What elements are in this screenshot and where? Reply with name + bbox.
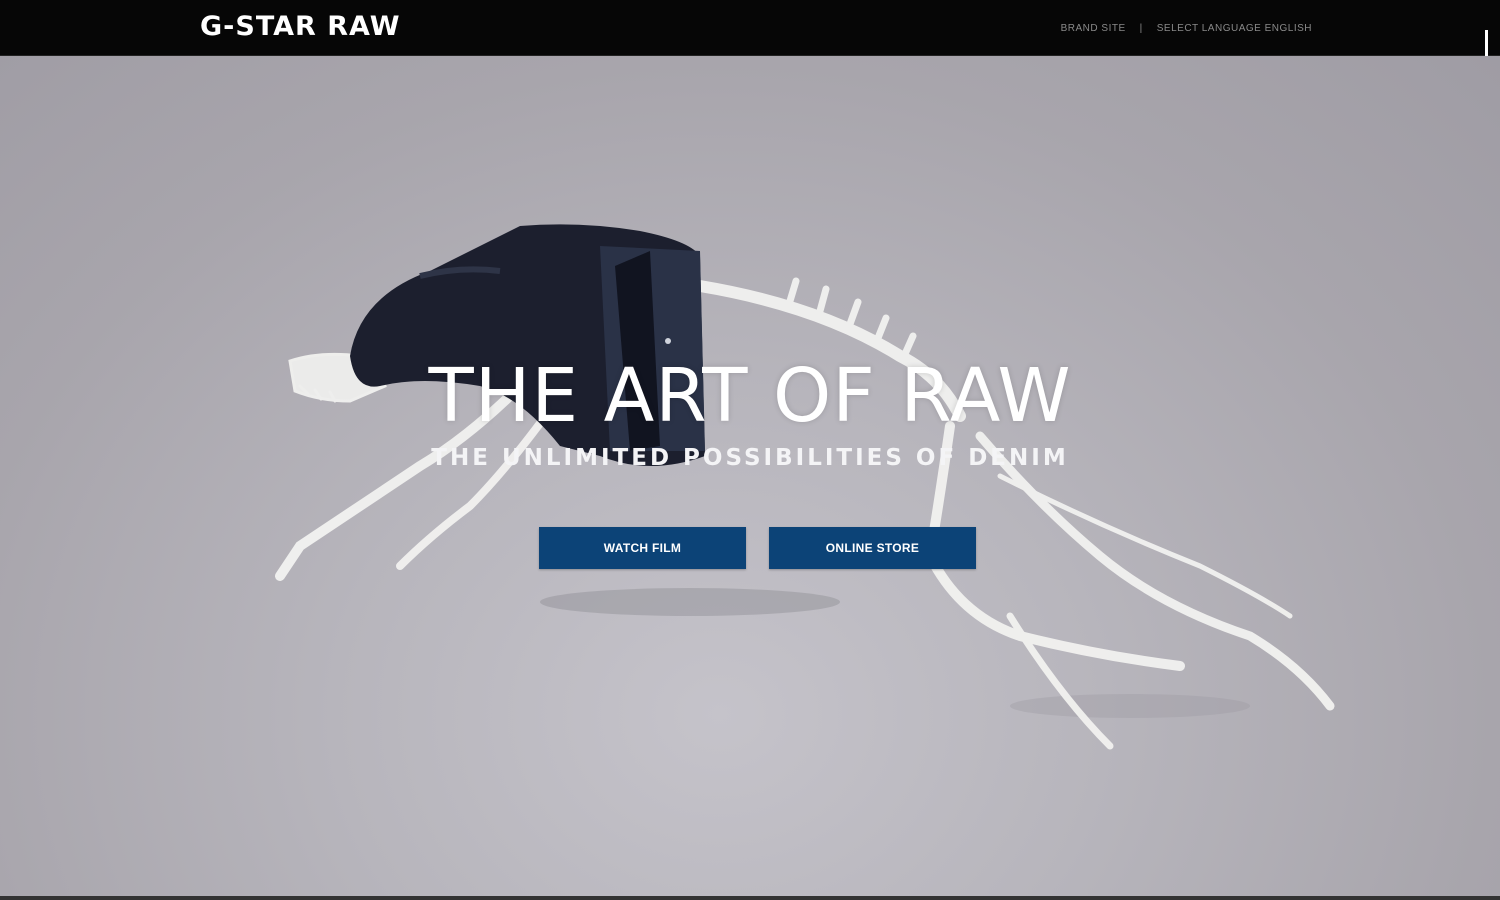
brand-logo[interactable]: G-STAR RAW: [200, 11, 400, 43]
language-selector[interactable]: SELECT LANGUAGE ENGLISH: [1157, 23, 1312, 34]
hero-image: [275, 224, 1335, 750]
nav-separator: |: [1139, 22, 1143, 34]
top-bar: G-STAR RAW BRAND SITE | SELECT LANGUAGE …: [0, 0, 1500, 56]
bottom-border: [0, 896, 1500, 900]
hero-headline: THE ART OF RAW: [428, 353, 1072, 439]
brand-site-link[interactable]: BRAND SITE: [1061, 23, 1126, 34]
landing-page: G-STAR RAW BRAND SITE | SELECT LANGUAGE …: [0, 0, 1500, 900]
hero-subheadline: THE UNLIMITED POSSIBILITIES OF DENIM: [431, 445, 1069, 471]
hero-section: THE ART OF RAW THE UNLIMITED POSSIBILITI…: [0, 56, 1500, 900]
online-store-button[interactable]: ONLINE STORE: [769, 527, 976, 569]
watch-film-button[interactable]: WATCH FILM: [539, 527, 746, 569]
top-nav: BRAND SITE | SELECT LANGUAGE ENGLISH: [1061, 20, 1312, 36]
